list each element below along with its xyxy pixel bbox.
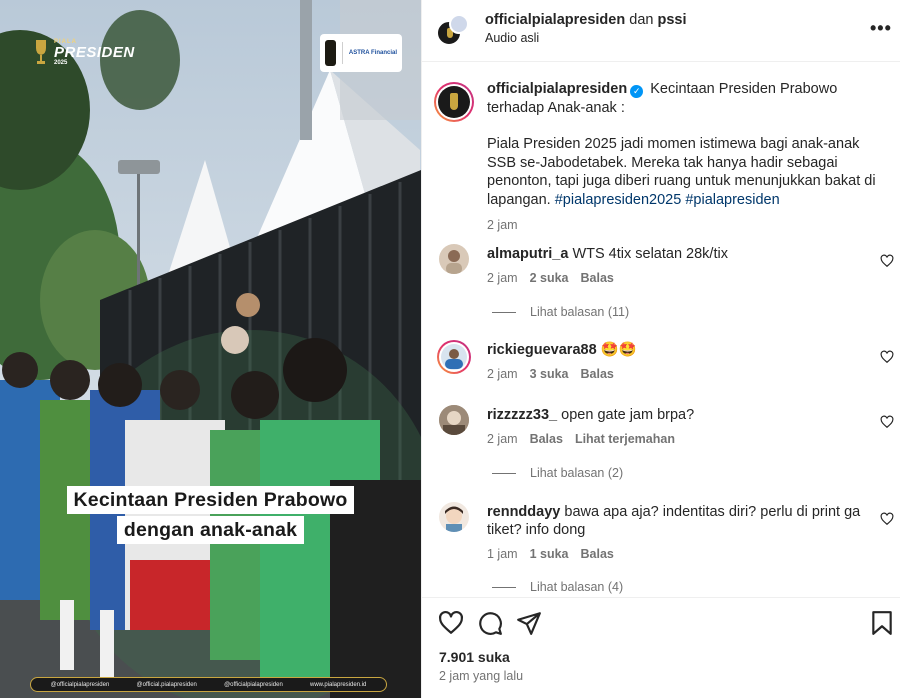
caption-timestamp: 2 jam	[487, 218, 518, 232]
comment-likes[interactable]: 1 suka	[530, 547, 569, 561]
header-usernames: officialpialapresiden dan pssi	[485, 12, 687, 28]
comment-text: rizzzzz33_ open gate jam brpa?	[487, 406, 867, 424]
video-caption-line-1: Kecintaan Presiden Prabowo	[66, 486, 355, 514]
avatar[interactable]	[439, 244, 469, 274]
post-actions: 7.901 suka 2 jam yang lalu	[422, 597, 900, 698]
comment-username[interactable]: almaputri_a	[487, 246, 568, 262]
post-time: 2 jam yang lalu	[439, 669, 524, 683]
social-handle: @officialpialapresiden	[50, 681, 110, 688]
verified-icon: ✓	[630, 85, 644, 98]
comment-meta: 2 jam Balas Lihat terjemahan	[487, 432, 675, 446]
comment-meta: 2 jam 2 suka Balas	[487, 271, 614, 285]
replies-divider	[492, 586, 516, 588]
avatar[interactable]	[437, 340, 471, 374]
bookmark-icon[interactable]	[869, 610, 895, 636]
heart-icon[interactable]	[880, 350, 894, 364]
comments-section: officialpialapresiden ✓ Kecintaan Preside…	[422, 62, 900, 597]
collab-avatars[interactable]	[436, 14, 470, 48]
replies-divider	[492, 311, 516, 313]
piala-presiden-logo: PIALA PRESIDEN 2025	[34, 38, 135, 66]
comment-icon[interactable]	[477, 610, 503, 636]
sponsor-name: ASTRA Financial	[348, 50, 397, 56]
avatar	[438, 86, 470, 118]
audio-label[interactable]: Audio asli	[485, 31, 539, 45]
social-handle: @officialpialapresiden	[224, 681, 283, 688]
view-replies-label: Lihat balasan (11)	[530, 305, 630, 319]
heart-icon[interactable]	[880, 254, 894, 268]
comment-username[interactable]: rickieguevara88	[487, 342, 597, 358]
comment-likes[interactable]: 3 suka	[530, 367, 569, 381]
post-panel: officialpialapresiden dan pssi Audio asl…	[421, 0, 900, 698]
header-connector: dan	[629, 12, 654, 28]
collaborator-username[interactable]: pssi	[657, 12, 686, 28]
replies-divider	[492, 472, 516, 474]
heart-icon[interactable]	[438, 610, 464, 636]
avatar	[449, 14, 469, 34]
comment-time: 2 jam	[487, 271, 518, 285]
caption-text: officialpialapresiden ✓ Kecintaan Preside…	[487, 80, 887, 209]
website-url: www.pialapresiden.id	[310, 681, 367, 688]
post-media[interactable]: PIALA PRESIDEN 2025 ASTRA Financial Keci…	[0, 0, 421, 698]
comment-meta: 1 jam 1 suka Balas	[487, 547, 614, 561]
trophy-icon	[36, 40, 46, 64]
share-icon[interactable]	[516, 610, 542, 636]
pssi-badge-icon	[325, 40, 337, 66]
post-header: officialpialapresiden dan pssi Audio asl…	[422, 0, 900, 62]
comment-time: 2 jam	[487, 432, 518, 446]
caption-username[interactable]: officialpialapresiden	[487, 81, 627, 97]
reply-button[interactable]: Balas	[581, 271, 614, 285]
comment-body: 🤩🤩	[600, 342, 637, 358]
comment-meta: 2 jam 3 suka Balas	[487, 367, 614, 381]
sponsor-logo-box: ASTRA Financial	[320, 34, 402, 72]
view-replies-label: Lihat balasan (2)	[530, 466, 624, 480]
social-handle: @official.pialapresiden	[136, 681, 197, 688]
comment-time: 1 jam	[487, 547, 518, 561]
comment-likes[interactable]: 2 suka	[530, 271, 569, 285]
reply-button[interactable]: Balas	[530, 432, 563, 446]
view-replies-label: Lihat balasan (4)	[530, 580, 624, 594]
like-count[interactable]: 7.901 suka	[439, 649, 510, 665]
social-handles-bar: @officialpialapresiden @official.pialapr…	[30, 677, 387, 692]
avatar[interactable]	[439, 502, 469, 532]
brand-title: PRESIDEN	[54, 43, 135, 61]
reply-button[interactable]: Balas	[581, 547, 614, 561]
comment-body: WTS 4tix selatan 28k/tix	[572, 246, 728, 262]
comment-username[interactable]: rizzzzz33_	[487, 407, 557, 423]
story-ring-avatar[interactable]	[434, 82, 474, 122]
video-caption: Kecintaan Presiden Prabowo dengan anak-a…	[0, 486, 421, 544]
heart-icon[interactable]	[880, 415, 894, 429]
comment-text: rennddayy bawa apa aja? indentitas diri?…	[487, 503, 867, 539]
heart-icon[interactable]	[880, 512, 894, 526]
author-username[interactable]: officialpialapresiden	[485, 12, 625, 28]
view-replies-button[interactable]: Lihat balasan (4)	[492, 580, 623, 594]
comment-time: 2 jam	[487, 367, 518, 381]
comment-username[interactable]: rennddayy	[487, 504, 560, 520]
brand-year: 2025	[54, 59, 68, 66]
comment-text: rickieguevara88 🤩🤩	[487, 341, 867, 359]
comment-text: almaputri_a WTS 4tix selatan 28k/tix	[487, 245, 867, 263]
view-replies-button[interactable]: Lihat balasan (11)	[492, 305, 629, 319]
caption-hashtags[interactable]: #pialapresiden2025 #pialapresiden	[555, 192, 780, 208]
avatar[interactable]	[439, 405, 469, 435]
video-caption-line-2: dengan anak-anak	[116, 516, 305, 544]
media-photo	[0, 0, 421, 698]
translate-button[interactable]: Lihat terjemahan	[575, 432, 675, 446]
caption-body: Piala Presiden 2025 jadi momen istimewa …	[487, 135, 887, 209]
more-icon[interactable]: •••	[870, 18, 892, 39]
sponsor-divider	[342, 42, 343, 64]
view-replies-button[interactable]: Lihat balasan (2)	[492, 466, 623, 480]
reply-button[interactable]: Balas	[581, 367, 614, 381]
comment-body: open gate jam brpa?	[561, 407, 695, 423]
